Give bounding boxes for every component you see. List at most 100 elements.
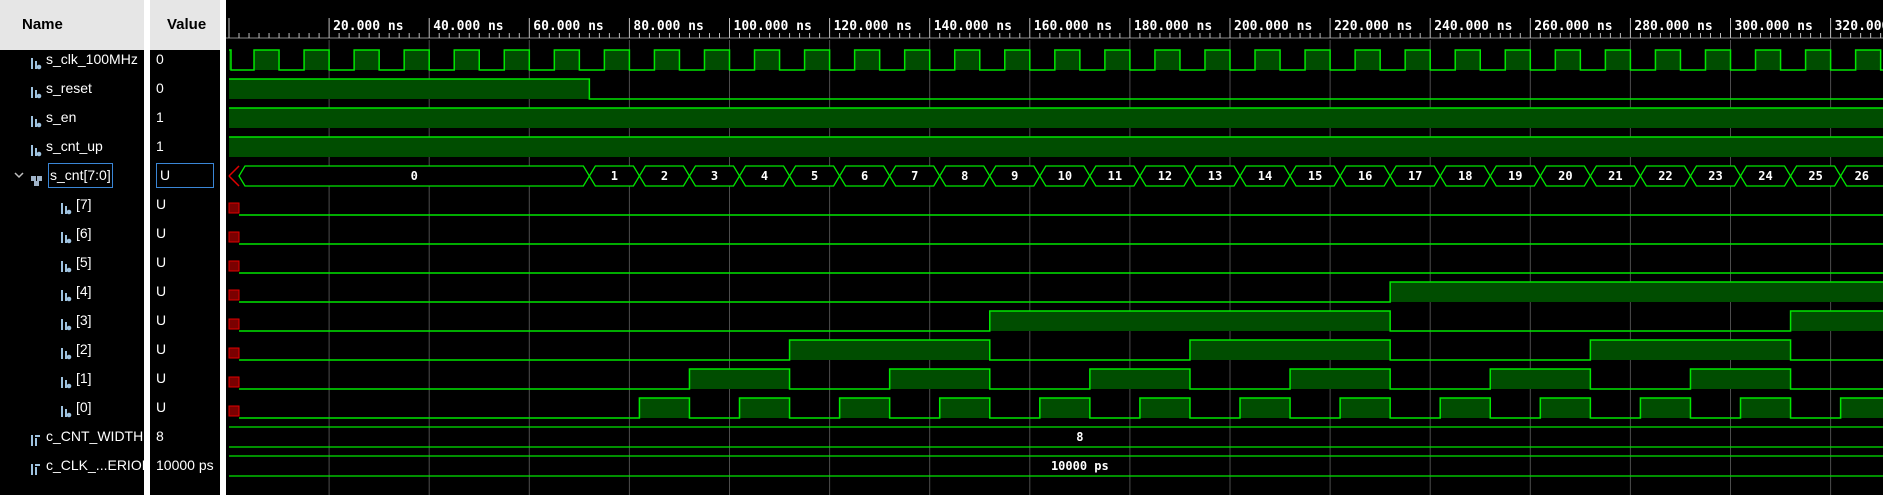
signal-value-row[interactable]: 1 xyxy=(150,103,220,132)
signal-value-row[interactable]: U xyxy=(150,306,220,335)
high-fill xyxy=(1189,340,1391,360)
bus-value-label: 4 xyxy=(761,169,768,183)
value-column: Value 0 0 1 1 U U U U U U U U U 8 10000 ps xyxy=(150,0,220,495)
high-fill xyxy=(1655,50,1681,70)
time-label: 40.000 ns xyxy=(433,19,503,34)
signal-value-row[interactable]: 8 xyxy=(150,422,220,451)
signal-icon xyxy=(60,226,72,244)
signal-value-row[interactable]: U xyxy=(150,219,220,248)
signal-name: [3] xyxy=(76,312,92,328)
signal-icon xyxy=(60,284,72,302)
signal-value: U xyxy=(156,370,167,386)
waveform-canvas[interactable]: 20.000 ns 40.000 ns 60.000 ns 80.000 ns 100.… xyxy=(226,0,1883,495)
high-fill xyxy=(889,369,990,389)
high-fill xyxy=(789,340,990,360)
signal-value-row[interactable]: 0 xyxy=(150,74,220,103)
column-header-name[interactable]: Name xyxy=(0,0,144,50)
time-label: 300.000 ns xyxy=(1735,19,1813,34)
waveform-viewer[interactable]: 20.000 ns 40.000 ns 60.000 ns 80.000 ns 100.… xyxy=(226,0,1883,495)
undefined-marker xyxy=(228,231,240,243)
high-fill xyxy=(1705,50,1731,70)
signal-row[interactable]: [5] xyxy=(0,248,144,277)
signal-value-row[interactable]: U xyxy=(150,335,220,364)
undefined-marker xyxy=(228,318,240,330)
bus-value-label: 19 xyxy=(1508,169,1522,183)
signal-value: U xyxy=(156,399,167,415)
signal-row[interactable]: [2] xyxy=(0,335,144,364)
signal-icon xyxy=(60,400,72,418)
time-label: 240.000 ns xyxy=(1434,19,1512,34)
high-fill xyxy=(804,50,830,70)
high-fill xyxy=(954,50,980,70)
signal-row[interactable]: c_CLK_...ERIOD xyxy=(0,451,144,480)
undefined-marker xyxy=(228,260,240,272)
signal-row[interactable]: [4] xyxy=(0,277,144,306)
signal-row[interactable]: [3] xyxy=(0,306,144,335)
bus-value-label: 14 xyxy=(1258,169,1272,183)
chevron-down-icon[interactable] xyxy=(13,169,25,181)
signal-icon xyxy=(30,139,42,157)
column-header-value[interactable]: Value xyxy=(150,0,220,50)
bus-icon xyxy=(30,168,42,186)
high-fill xyxy=(1490,369,1591,389)
high-fill xyxy=(1590,340,1791,360)
undefined-marker xyxy=(228,376,240,388)
signal-row[interactable]: s_en xyxy=(0,103,144,132)
signal-row[interactable]: s_reset xyxy=(0,74,144,103)
time-label: 260.000 ns xyxy=(1534,19,1612,34)
signal-value-row[interactable]: U xyxy=(150,190,220,219)
signal-row[interactable]: s_cnt[7:0] xyxy=(0,161,144,190)
bit-waveform xyxy=(239,368,1883,390)
signal-value: 10000 ps xyxy=(156,457,214,473)
signal-row[interactable]: [0] xyxy=(0,393,144,422)
signal-value-row[interactable]: 0 xyxy=(150,45,220,74)
high-fill xyxy=(1690,369,1791,389)
signal-row[interactable]: [6] xyxy=(0,219,144,248)
high-fill xyxy=(739,398,790,418)
time-label: 80.000 ns xyxy=(633,19,703,34)
high-fill xyxy=(504,50,530,70)
bus-value-label: 9 xyxy=(1011,169,1018,183)
signal-value-row[interactable]: U xyxy=(150,393,220,422)
high-fill xyxy=(1104,50,1130,70)
high-fill xyxy=(1139,398,1190,418)
signal-row[interactable]: c_CNT_WIDTH xyxy=(0,422,144,451)
signal-name: s_cnt_up xyxy=(46,138,103,154)
high-fill xyxy=(1755,50,1781,70)
column-header-name-label: Name xyxy=(22,16,63,33)
bus-value-label: 18 xyxy=(1458,169,1472,183)
high-fill xyxy=(1204,50,1230,70)
bus-value-label: 0 xyxy=(411,169,418,183)
high-fill xyxy=(754,50,780,70)
high-fill xyxy=(1455,50,1481,70)
signal-value-row[interactable]: U xyxy=(150,277,220,306)
signal-value-row[interactable]: 1 xyxy=(150,132,220,161)
column-header-value-label: Value xyxy=(167,16,207,33)
high-fill xyxy=(254,50,280,70)
signal-icon xyxy=(60,313,72,331)
signal-row[interactable]: [1] xyxy=(0,364,144,393)
high-fill xyxy=(1640,398,1691,418)
constant-icon xyxy=(30,458,42,475)
signal-value: 0 xyxy=(156,80,164,96)
high-fill xyxy=(1505,50,1531,70)
high-fill xyxy=(639,398,690,418)
signal-row[interactable]: s_clk_100MHz xyxy=(0,45,144,74)
signal-name: s_en xyxy=(46,109,77,125)
high-fill xyxy=(1255,50,1281,70)
high-fill xyxy=(1390,282,1883,302)
high-fill xyxy=(229,137,1883,157)
signal-value-row[interactable]: U xyxy=(150,248,220,277)
bus-value-label: 26 xyxy=(1855,169,1869,183)
bus-value-label: 25 xyxy=(1808,169,1822,183)
signal-value-row[interactable]: U xyxy=(150,161,220,190)
signal-value-row[interactable]: 10000 ps xyxy=(150,451,220,480)
constant-value-label: 8 xyxy=(1076,430,1083,444)
signal-value: U xyxy=(156,254,167,270)
high-fill xyxy=(404,50,430,70)
high-fill xyxy=(1240,398,1291,418)
high-fill xyxy=(229,108,1883,128)
signal-value-row[interactable]: U xyxy=(150,364,220,393)
signal-row[interactable]: [7] xyxy=(0,190,144,219)
signal-row[interactable]: s_cnt_up xyxy=(0,132,144,161)
